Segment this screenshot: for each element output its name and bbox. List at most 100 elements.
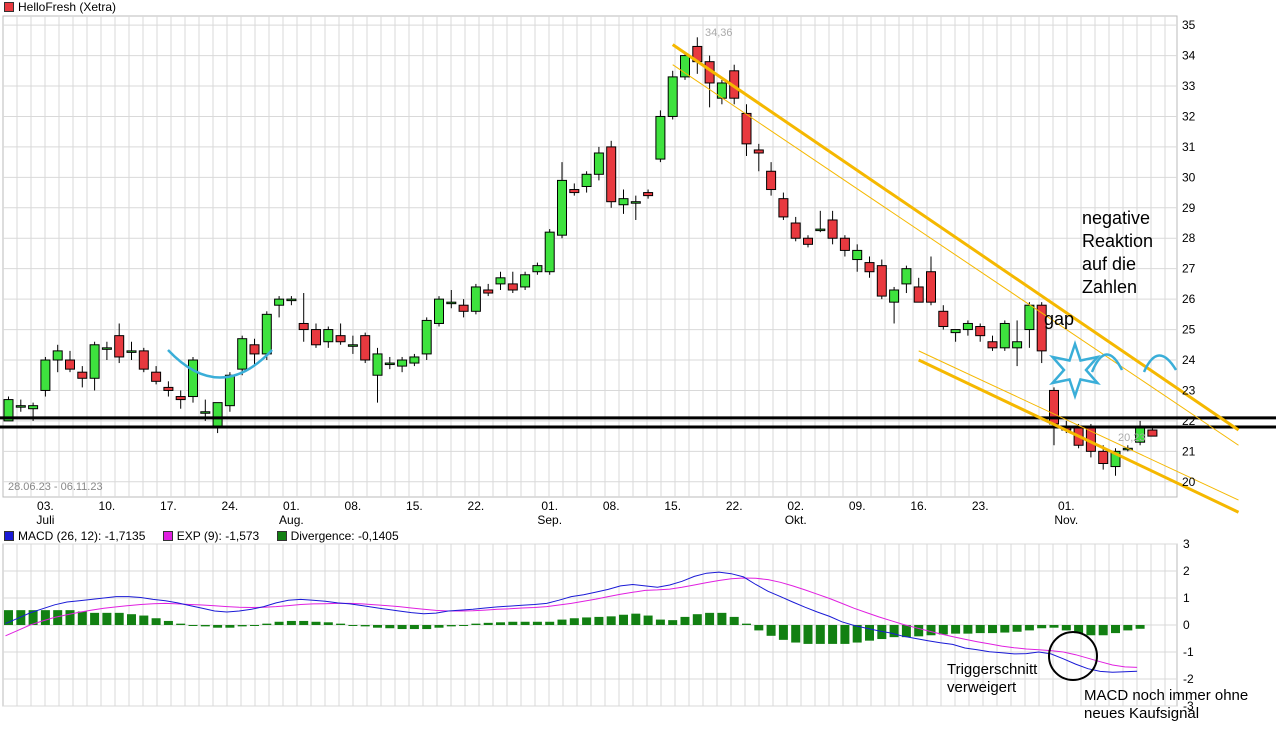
y-tick-label: 30: [1182, 170, 1196, 184]
divergence-bar: [508, 621, 518, 625]
candle-up: [557, 179, 567, 236]
divergence-bar: [250, 625, 259, 626]
divergence-bar: [532, 621, 542, 625]
candle-up: [950, 329, 961, 334]
divergence-bar: [557, 619, 567, 625]
divergence-bar: [311, 621, 321, 625]
candle-up: [630, 201, 641, 204]
x-month-label: Juli: [36, 513, 54, 527]
annotation-line: Zahlen: [1082, 277, 1138, 297]
candle-down: [458, 304, 469, 312]
divergence-bar: [1049, 625, 1059, 628]
candle-down: [360, 335, 371, 361]
annotation-line: Reaktion: [1082, 231, 1154, 251]
divergence-bar: [213, 625, 223, 628]
candle-up: [1012, 341, 1023, 349]
candle-up: [286, 298, 297, 302]
price-legend-swatch: [4, 2, 14, 12]
divergence-bar: [274, 621, 284, 625]
candle-up: [495, 277, 506, 285]
divergence-bar: [914, 625, 924, 637]
candle-down: [913, 286, 924, 303]
divergence-bar: [1061, 625, 1071, 631]
x-tick-label: 22.: [468, 499, 485, 513]
divergence-bar: [176, 623, 186, 625]
x-tick-label: 08.: [603, 499, 620, 513]
candle-up: [28, 405, 39, 410]
candle-up: [852, 249, 863, 261]
divergence-bar: [643, 615, 653, 625]
divergence-bar: [1123, 625, 1133, 631]
divergence-bar: [65, 610, 75, 625]
candle-down: [606, 146, 617, 203]
divergence-bar: [409, 625, 419, 630]
divergence-bar: [791, 625, 801, 643]
candle-up: [89, 344, 100, 379]
divergence-bar: [102, 612, 112, 625]
annotation-line: negative: [1082, 208, 1151, 228]
candle-down: [975, 326, 986, 337]
chart-canvas: 2021222324252627282930313233343503.Juli1…: [0, 15, 1276, 713]
candle-up: [261, 313, 272, 355]
candle-up: [1024, 304, 1035, 331]
divergence-bar: [852, 625, 862, 643]
divergence-bar: [828, 625, 838, 644]
divergence-bar: [692, 614, 702, 625]
divergence-bar: [188, 625, 198, 626]
divergence-bar: [520, 621, 530, 625]
candle-down: [839, 237, 850, 251]
price-legend-label: HelloFresh (Xetra): [18, 0, 117, 14]
annotation-line: Triggerschnitt: [947, 661, 1038, 678]
x-tick-label: 01.: [1058, 499, 1075, 513]
divergence-bar: [680, 616, 690, 625]
candle-up: [224, 374, 235, 407]
annotation-line: verweigert: [947, 679, 1017, 696]
divergence-bar: [323, 622, 333, 625]
divergence-bar: [77, 611, 87, 625]
candle-up: [126, 350, 137, 353]
high-label: 34,36: [705, 27, 733, 39]
x-tick-label: 24.: [222, 499, 239, 513]
divergence-bar: [655, 619, 665, 625]
candle-down: [643, 192, 654, 197]
divergence-bar: [631, 613, 641, 625]
candle-up: [901, 268, 912, 285]
exp-legend-label: EXP (9): -1,573: [176, 529, 260, 543]
candle-up: [581, 173, 592, 187]
divergence-swatch: [276, 531, 287, 541]
x-tick-label: 15.: [406, 499, 423, 513]
divergence-bar: [865, 625, 874, 641]
macd-y-tick-label: 3: [1183, 537, 1190, 551]
y-tick-label: 27: [1182, 262, 1196, 276]
x-tick-label: 22.: [726, 499, 743, 513]
candle-up: [962, 322, 973, 331]
divergence-bar: [496, 622, 505, 625]
divergence-legend-label: Divergence: -0,1405: [290, 529, 399, 543]
divergence-bar: [975, 625, 985, 634]
candle-down: [311, 329, 321, 346]
divergence-bar: [582, 617, 592, 625]
candle-up: [618, 198, 629, 206]
price-grid: [2, 15, 1178, 498]
candle-up: [593, 152, 604, 175]
candle-down: [65, 359, 75, 370]
candle-up: [200, 411, 211, 414]
divergence-bar: [606, 616, 616, 625]
divergence-bar: [360, 625, 370, 627]
divergence-bar: [446, 625, 456, 627]
candle-up: [188, 359, 198, 398]
divergence-bar: [778, 625, 788, 640]
candle-down: [938, 310, 949, 328]
x-month-label: Nov.: [1054, 513, 1078, 527]
x-tick-label: 16.: [910, 499, 927, 513]
divergence-bar: [336, 623, 346, 625]
divergence-bar: [1111, 625, 1120, 634]
candle-down: [175, 396, 186, 401]
candle-up: [409, 356, 420, 364]
divergence-bar: [840, 625, 850, 644]
negative-reaction-annotation: negative Reaktion auf die Zahlen: [1082, 207, 1153, 299]
candle-up: [532, 265, 543, 273]
divergence-bar: [717, 612, 727, 625]
divergence-bar: [815, 625, 825, 644]
divergence-bar: [901, 625, 911, 638]
